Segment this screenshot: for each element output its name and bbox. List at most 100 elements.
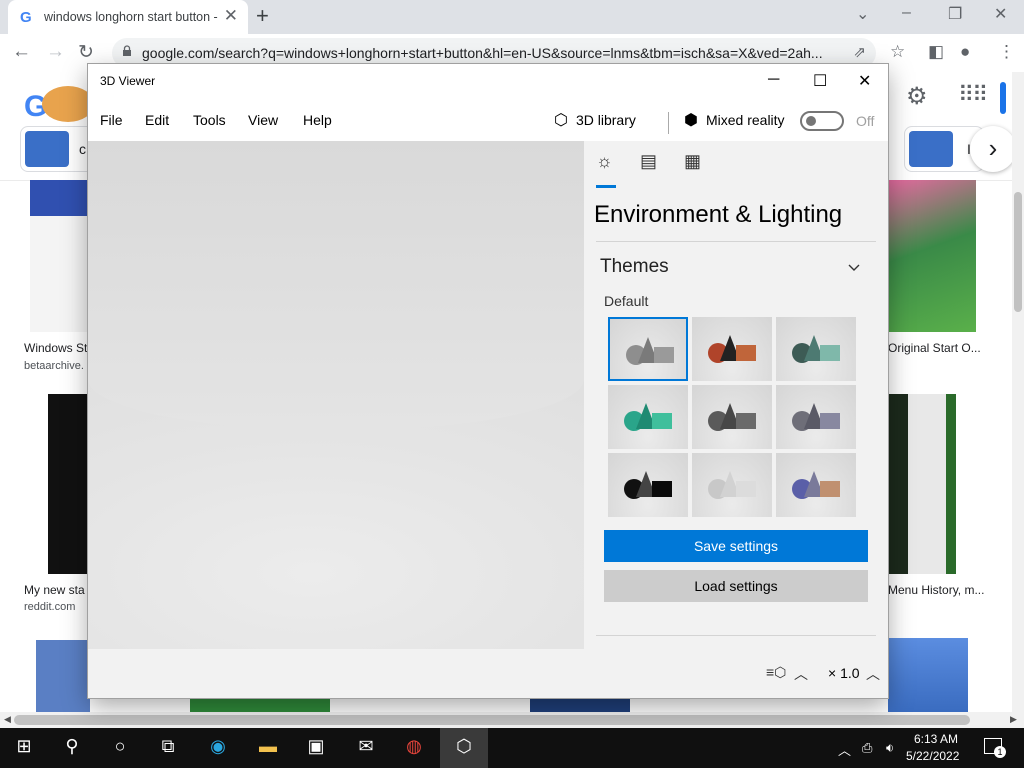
theme-shapes-icon — [708, 471, 756, 499]
scroll-thumb[interactable] — [1014, 192, 1022, 312]
result-caption[interactable]: Original Start O... — [888, 341, 981, 355]
chevron-right-icon[interactable]: › — [970, 126, 1012, 172]
restore-icon[interactable]: ❐ — [948, 4, 962, 24]
horizontal-scrollbar[interactable]: ◀ ▶ — [0, 712, 1024, 728]
back-icon[interactable]: ← — [12, 41, 31, 63]
window-close-icon[interactable]: ✕ — [858, 71, 871, 91]
theme-tile[interactable] — [692, 385, 772, 449]
result-caption[interactable]: My new sta — [24, 583, 85, 597]
file-explorer-icon[interactable]: ▬ — [254, 736, 282, 757]
clock-time[interactable]: 6:13 AM — [914, 732, 958, 746]
store-icon[interactable]: ▣ — [302, 736, 330, 757]
cortana-icon[interactable]: ○ — [106, 736, 134, 757]
menu-edit[interactable]: Edit — [145, 112, 169, 128]
result-image[interactable] — [888, 180, 976, 332]
menu-tools[interactable]: Tools — [193, 112, 226, 128]
theme-shapes-icon — [708, 335, 756, 363]
menu-view[interactable]: View — [248, 112, 278, 128]
mail-icon[interactable]: ✉ — [352, 736, 380, 757]
notification-badge: 1 — [994, 746, 1006, 758]
grid-tab-icon[interactable]: ▦ — [684, 151, 701, 172]
browser-tab[interactable]: G windows longhorn start button - ✕ — [8, 0, 248, 34]
star-icon[interactable]: ☆ — [890, 42, 905, 62]
new-tab-icon[interactable]: + — [256, 3, 269, 29]
window-minimize-icon[interactable]: ─ — [768, 71, 779, 89]
scroll-left-icon[interactable]: ◀ — [4, 714, 11, 725]
edge-icon[interactable]: ◉ — [204, 736, 232, 757]
3d-viewport[interactable] — [88, 141, 584, 649]
search-icon[interactable]: ⚲ — [58, 736, 86, 757]
chrome-icon[interactable]: ◍ — [400, 736, 428, 757]
profile-icon[interactable]: ● — [960, 42, 970, 62]
mixed-reality-toggle[interactable] — [800, 111, 844, 131]
menu-icon[interactable]: ⋮ — [998, 42, 1015, 62]
themes-section-title[interactable]: Themes — [600, 256, 669, 278]
theme-tile[interactable] — [776, 453, 856, 517]
scroll-right-icon[interactable]: ▶ — [1010, 714, 1017, 725]
tab-search-icon[interactable]: ⌄ — [856, 4, 869, 24]
load-settings-button[interactable]: Load settings — [604, 570, 868, 602]
3d-library-label: 3D library — [575, 112, 636, 128]
google-favicon-icon: G — [20, 9, 32, 26]
theme-tile[interactable] — [608, 453, 688, 517]
result-image[interactable] — [190, 696, 330, 712]
save-settings-button[interactable]: Save settings — [604, 530, 868, 562]
show-hidden-icons-icon[interactable]: ︿ — [838, 740, 851, 759]
mixed-reality-icon: ⬢ — [684, 112, 698, 129]
viewer-status-bar: ≡⬡ ︿ × 1.0 ︿ — [88, 649, 888, 698]
3d-library-button[interactable]: ⬡ 3D library — [554, 110, 636, 130]
windows-start-icon[interactable]: ⊞ — [10, 736, 38, 757]
vertical-scrollbar[interactable] — [1012, 72, 1024, 712]
stats-tab-icon[interactable]: ▤ — [640, 151, 657, 172]
window-maximize-icon[interactable]: ☐ — [813, 71, 827, 91]
share-icon[interactable]: ⇗ — [853, 43, 866, 61]
tab-close-icon[interactable]: ✕ — [224, 6, 238, 26]
reload-icon[interactable]: ↻ — [78, 41, 94, 64]
forward-icon[interactable]: → — [46, 41, 65, 63]
animation-cube-icon[interactable]: ≡⬡ — [766, 664, 786, 681]
3d-viewer-icon[interactable]: ⬡ — [450, 736, 478, 757]
theme-tile[interactable] — [692, 453, 772, 517]
theme-tile[interactable] — [776, 385, 856, 449]
lighting-tab-sun-icon[interactable]: ☼ — [596, 151, 613, 172]
result-source[interactable]: betaarchive. — [24, 360, 84, 372]
window-title: 3D Viewer — [100, 74, 156, 88]
volume-icon[interactable]: 🔉︎ — [886, 740, 894, 756]
theme-tile[interactable] — [692, 317, 772, 381]
result-image[interactable] — [888, 394, 956, 574]
apps-grid-icon[interactable]: ⠿⠿ — [958, 82, 988, 108]
clock-date[interactable]: 5/22/2022 — [906, 749, 959, 763]
menu-help[interactable]: Help — [303, 112, 332, 128]
window-titlebar[interactable]: 3D Viewer ─ ☐ ✕ — [88, 64, 888, 98]
result-image[interactable] — [36, 640, 90, 712]
chevron-down-icon[interactable] — [848, 261, 860, 273]
mixed-reality-label-group: ⬢ Mixed reality — [684, 110, 785, 130]
theme-tile[interactable] — [608, 385, 688, 449]
close-icon[interactable]: ✕ — [994, 4, 1007, 24]
chevron-up-icon[interactable]: ︿ — [794, 664, 808, 684]
tab-title: windows longhorn start button - — [44, 10, 218, 24]
scroll-thumb[interactable] — [14, 715, 970, 725]
result-caption[interactable]: Menu History, m... — [888, 583, 984, 597]
sidepanel-icon[interactable]: ◧ — [928, 42, 944, 62]
chevron-up-icon[interactable]: ︿ — [866, 664, 880, 684]
result-caption[interactable]: Windows St — [24, 341, 87, 355]
theme-tile-default[interactable] — [608, 317, 688, 381]
minimize-icon[interactable]: – — [902, 4, 911, 22]
network-icon[interactable]: ⎙ — [862, 740, 872, 756]
mixed-reality-label: Mixed reality — [705, 112, 785, 128]
zoom-level[interactable]: × 1.0 — [828, 665, 860, 681]
theme-tile[interactable] — [776, 317, 856, 381]
menu-file[interactable]: File — [100, 112, 123, 128]
panel-heading: Environment & Lighting — [594, 201, 843, 228]
theme-grid — [608, 317, 860, 519]
result-source[interactable]: reddit.com — [24, 601, 75, 613]
result-image[interactable] — [530, 696, 630, 712]
task-view-icon[interactable]: ⧉ — [154, 736, 182, 757]
signin-edge[interactable] — [1000, 82, 1006, 114]
settings-gear-icon[interactable]: ⚙ — [906, 82, 928, 111]
result-image[interactable] — [48, 394, 90, 574]
doodle-image[interactable] — [42, 86, 94, 122]
result-image[interactable] — [30, 180, 90, 332]
result-image[interactable] — [888, 638, 968, 712]
